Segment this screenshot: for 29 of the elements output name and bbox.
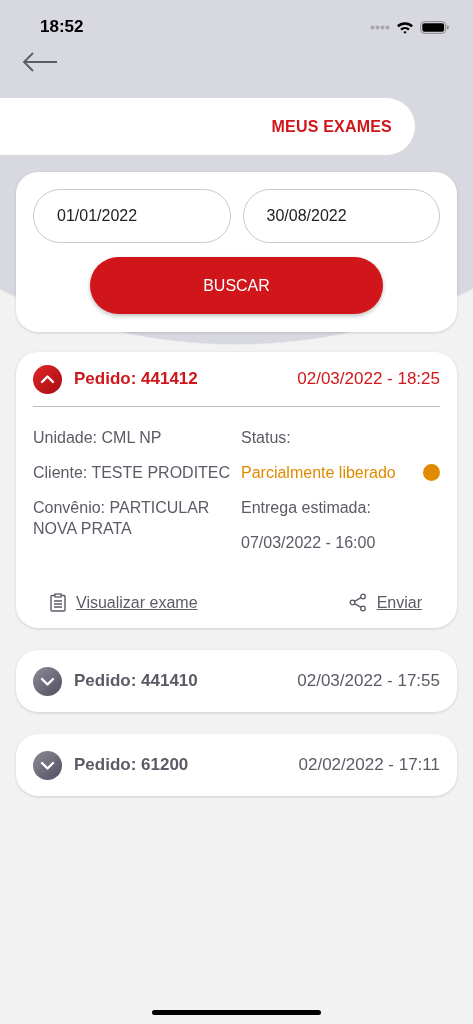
order-datetime: 02/03/2022 - 17:55 <box>297 671 440 691</box>
view-exam-link[interactable]: Visualizar exame <box>76 593 198 612</box>
order-datetime: 02/03/2022 - 18:25 <box>297 369 440 389</box>
page-title: MEUS EXAMES <box>271 117 392 136</box>
delivery-label: Entrega estimada: <box>241 498 372 518</box>
search-button[interactable]: BUSCAR <box>90 257 383 314</box>
start-date-field[interactable]: 01/01/2022 <box>33 189 231 243</box>
status-label: Status: <box>241 428 292 448</box>
detail-text: Unidade: CML NP <box>33 428 163 448</box>
signal-icon <box>370 24 390 30</box>
wifi-icon <box>396 20 414 34</box>
back-arrow-icon[interactable] <box>22 52 58 72</box>
expand-icon[interactable] <box>33 666 62 696</box>
collapse-icon[interactable] <box>33 364 62 394</box>
end-date-field[interactable]: 30/08/2022 <box>242 189 440 243</box>
detail-text: Convênio: PARTICULAR NOVA PRATA <box>33 498 211 539</box>
clipboard-icon[interactable] <box>50 593 66 612</box>
status-time: 18:52 <box>40 17 84 37</box>
delivery-datetime: 07/03/2022 - 16:00 <box>241 533 377 553</box>
order-datetime: 02/02/2022 - 17:11 <box>298 755 440 775</box>
order-number: Pedido: 441412 <box>74 369 198 389</box>
order-number: Pedido: 441410 <box>74 671 198 691</box>
detail-text: Cliente: TESTE PRODITEC <box>33 463 232 483</box>
battery-icon <box>420 20 449 34</box>
status-text: Parcialmente liberado <box>241 463 396 483</box>
share-icon[interactable] <box>348 593 367 612</box>
order-number: Pedido: 61200 <box>74 755 189 775</box>
send-link[interactable]: Enviar <box>376 593 422 612</box>
expand-icon[interactable] <box>33 750 62 780</box>
